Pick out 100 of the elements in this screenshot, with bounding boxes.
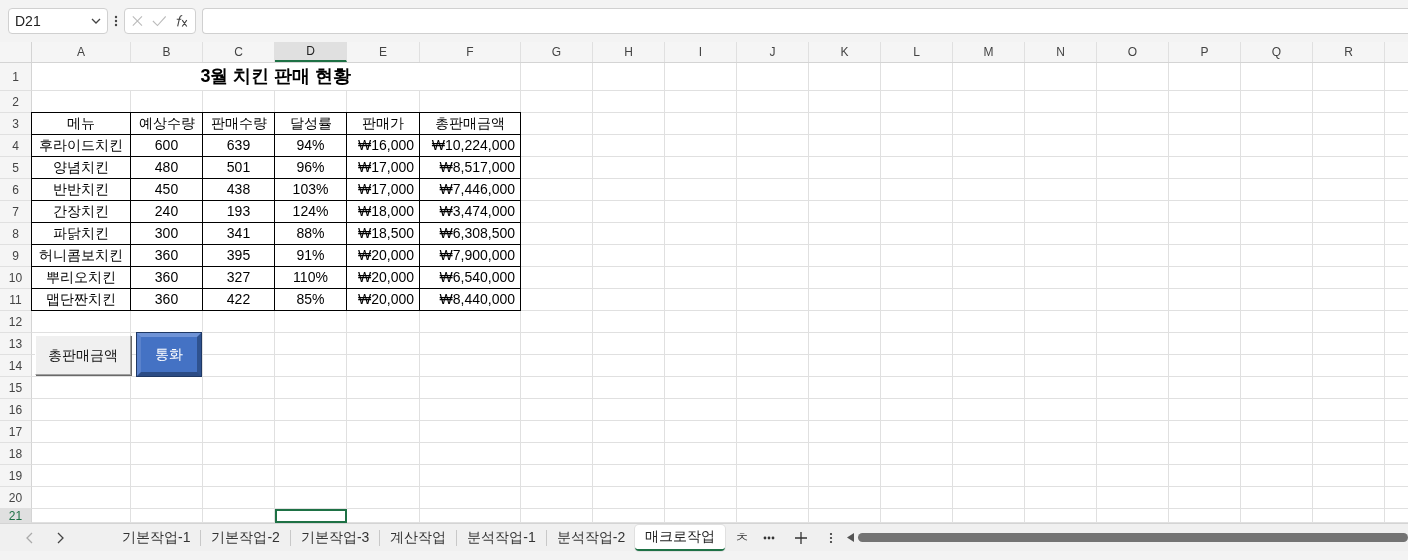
table-cell: ₩16,000 <box>347 135 420 157</box>
table-cell: 395 <box>203 245 275 267</box>
macro-button[interactable]: 총판매금액 <box>35 335 131 375</box>
table-cell: ₩6,308,500 <box>420 223 521 245</box>
row-header[interactable]: 3 <box>0 113 32 135</box>
table-cell: 501 <box>203 157 275 179</box>
row-header[interactable]: 11 <box>0 289 32 311</box>
column-header[interactable]: R <box>1313 42 1385 62</box>
table-cell: 94% <box>275 135 347 157</box>
row-header[interactable]: 16 <box>0 399 32 421</box>
row-header[interactable]: 8 <box>0 223 32 245</box>
column-header[interactable]: I <box>665 42 737 62</box>
sheet-tab[interactable]: 분석작업-1 <box>457 524 546 551</box>
table-cell: 600 <box>131 135 203 157</box>
table-cell: ₩6,540,000 <box>420 267 521 289</box>
column-heading-cell: 예상수량 <box>131 112 203 135</box>
column-header[interactable]: N <box>1025 42 1097 62</box>
row-header[interactable]: 4 <box>0 135 32 157</box>
column-header[interactable]: A <box>32 42 131 62</box>
table-cell: ₩8,517,000 <box>420 157 521 179</box>
column-header[interactable]: E <box>347 42 420 62</box>
row-header[interactable]: 1 <box>0 63 32 91</box>
table-cell: 85% <box>275 289 347 311</box>
table-cell: ₩17,000 <box>347 179 420 201</box>
more-sheets-icon[interactable] <box>763 535 776 540</box>
column-header[interactable]: B <box>131 42 203 62</box>
more-options-icon[interactable] <box>114 15 118 27</box>
column-heading-cell: 메뉴 <box>31 112 131 135</box>
table-cell: 360 <box>131 289 203 311</box>
row-header[interactable]: 21 <box>0 509 32 523</box>
table-cell: 422 <box>203 289 275 311</box>
column-header[interactable]: L <box>881 42 953 62</box>
sheet-tab[interactable]: 기본작업-3 <box>290 524 380 551</box>
table-cell: ₩18,000 <box>347 201 420 223</box>
function-icon[interactable] <box>174 14 189 28</box>
more-options-icon[interactable] <box>829 531 834 544</box>
sheet-tab[interactable]: 기본작업-1 <box>112 524 201 551</box>
table-cell: 327 <box>203 267 275 289</box>
row-header[interactable]: 6 <box>0 179 32 201</box>
column-header[interactable]: K <box>809 42 881 62</box>
macro-button[interactable]: 통화 <box>137 333 201 376</box>
table-cell: ₩7,446,000 <box>420 179 521 201</box>
table-cell: 후라이드치킨 <box>31 135 131 157</box>
row-header[interactable]: 2 <box>0 91 32 113</box>
column-header[interactable]: G <box>521 42 593 62</box>
column-heading-cell: 달성률 <box>275 112 347 135</box>
column-header[interactable]: F <box>420 42 521 62</box>
table-cell: 허니콤보치킨 <box>31 245 131 267</box>
table-cell: 300 <box>131 223 203 245</box>
table-cell: ₩20,000 <box>347 245 420 267</box>
table-cell: ₩3,474,000 <box>420 201 521 223</box>
row-header[interactable]: 13 <box>0 333 32 355</box>
sheet-tab[interactable]: 기본작업-2 <box>201 524 290 551</box>
table-cell: 438 <box>203 179 275 201</box>
row-header[interactable]: 12 <box>0 311 32 333</box>
table-cell: ₩18,500 <box>347 223 420 245</box>
sheet-tab[interactable]: 분석작업-2 <box>546 524 636 551</box>
add-sheet-icon[interactable] <box>795 531 808 544</box>
row-header[interactable]: 7 <box>0 201 32 223</box>
sheet-tab[interactable]: 계산작업 <box>380 524 457 551</box>
row-header[interactable]: 14 <box>0 355 32 377</box>
table-cell: 반반치킨 <box>31 179 131 201</box>
column-header[interactable]: H <box>593 42 665 62</box>
table-cell: 맵단짠치킨 <box>31 289 131 311</box>
column-header[interactable]: D <box>275 42 347 62</box>
table-cell: ₩7,900,000 <box>420 245 521 267</box>
column-header[interactable]: J <box>737 42 809 62</box>
table-cell: 간장치킨 <box>31 201 131 223</box>
chevron-down-icon <box>91 18 101 24</box>
checkmark-icon[interactable] <box>151 15 167 27</box>
table-cell: 91% <box>275 245 347 267</box>
next-sheet-icon[interactable] <box>56 531 64 544</box>
selected-cell[interactable] <box>275 509 347 523</box>
column-header[interactable]: Q <box>1241 42 1313 62</box>
table-cell: 480 <box>131 157 203 179</box>
row-header[interactable]: 17 <box>0 421 32 443</box>
row-header[interactable]: 5 <box>0 157 32 179</box>
column-header[interactable]: P <box>1169 42 1241 62</box>
table-cell: 파닭치킨 <box>31 223 131 245</box>
column-heading-cell: 판매가 <box>347 112 420 135</box>
row-header[interactable]: 20 <box>0 487 32 509</box>
sheet-tab[interactable]: 매크로작업 <box>635 524 726 551</box>
row-header[interactable]: 9 <box>0 245 32 267</box>
sheet-tab[interactable]: ㅊ <box>725 524 760 551</box>
row-header[interactable]: 18 <box>0 443 32 465</box>
name-box[interactable]: D21 <box>8 8 108 34</box>
scroll-left-icon[interactable] <box>847 533 855 542</box>
horizontal-scrollbar[interactable] <box>858 533 1408 542</box>
table-cell: ₩10,224,000 <box>420 135 521 157</box>
row-header[interactable]: 19 <box>0 465 32 487</box>
row-header[interactable]: 15 <box>0 377 32 399</box>
column-header[interactable]: O <box>1097 42 1169 62</box>
table-cell: 양념치킨 <box>31 157 131 179</box>
table-cell: 103% <box>275 179 347 201</box>
formula-input-field[interactable] <box>202 8 1408 34</box>
column-header[interactable]: M <box>953 42 1025 62</box>
table-cell: 124% <box>275 201 347 223</box>
table-cell: 240 <box>131 201 203 223</box>
table-cell: 88% <box>275 223 347 245</box>
row-header[interactable]: 10 <box>0 267 32 289</box>
